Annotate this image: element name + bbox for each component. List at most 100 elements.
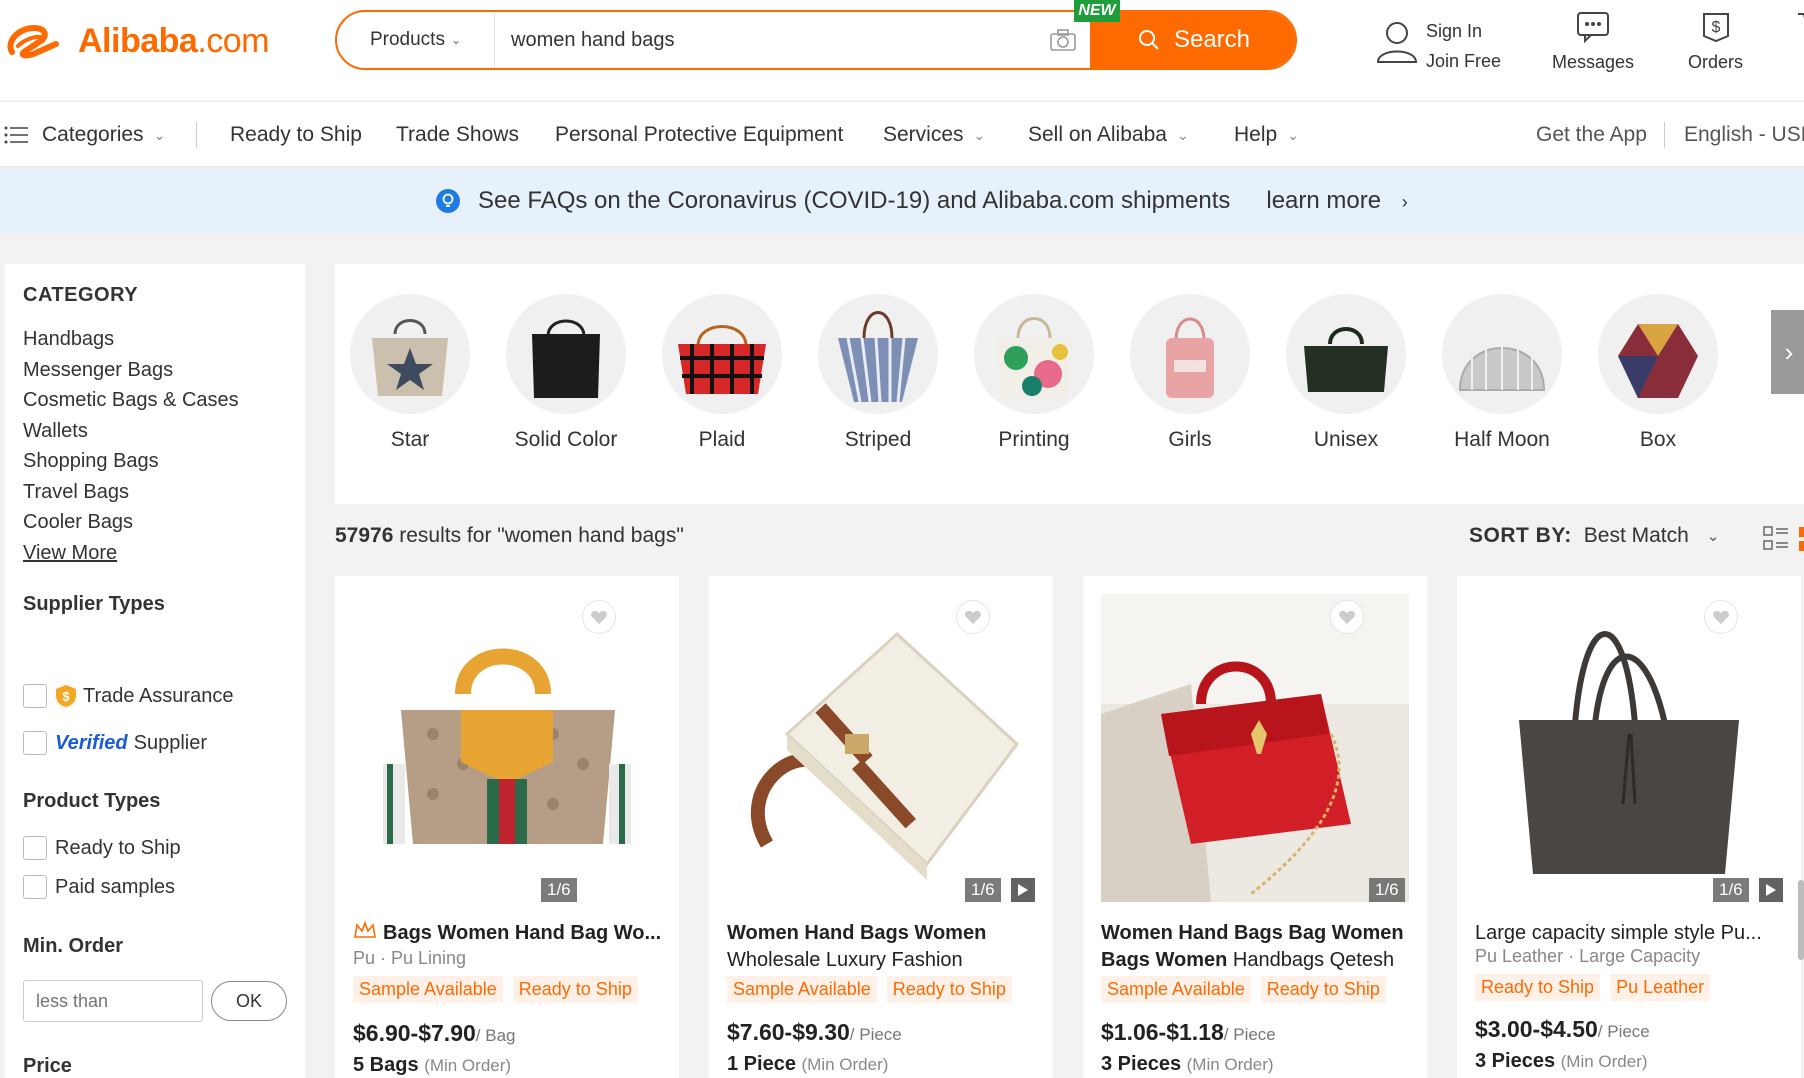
- ready-to-ship-tag: Ready to Ship: [886, 976, 1012, 1003]
- nav-services[interactable]: Services ⌄: [883, 102, 985, 168]
- paid-samples-checkbox-row[interactable]: Paid samples: [23, 875, 175, 899]
- page-scrollbar[interactable]: [1798, 880, 1804, 960]
- product-photo-tote-bag: [1475, 594, 1783, 902]
- carousel-item-plaid[interactable]: Plaid: [647, 294, 797, 452]
- trade-assurance-checkbox[interactable]: [23, 684, 47, 708]
- search-type-label: Products: [369, 29, 445, 50]
- price-range: $3.00-$4.50: [1475, 1016, 1598, 1042]
- verified-supplier-checkbox-row[interactable]: Verified Supplier: [23, 731, 207, 755]
- nav-divider: [196, 122, 197, 148]
- ready-to-ship-checkbox[interactable]: [23, 836, 47, 860]
- top-header: Alibaba.com Products ⌄ Search NEW Sign I…: [0, 0, 1804, 100]
- carousel-item-solid-color[interactable]: Solid Color: [491, 294, 641, 452]
- nav-help[interactable]: Help ⌄: [1234, 102, 1299, 168]
- chevron-down-icon: ⌄: [973, 126, 986, 143]
- carousel-item-half-moon[interactable]: Half Moon: [1427, 294, 1577, 452]
- chevron-right-icon: ›: [1401, 192, 1408, 212]
- moq-value: 3 Pieces: [1475, 1050, 1556, 1072]
- product-title-bold: Bags Women Hand Bag Wo...: [383, 922, 662, 944]
- product-types-heading: Product Types: [23, 790, 161, 812]
- carousel-item-printing[interactable]: Printing: [959, 294, 1109, 452]
- paid-samples-checkbox[interactable]: [23, 875, 47, 899]
- price-unit: / Piece: [1597, 1022, 1650, 1041]
- learn-more-link[interactable]: learn more ›: [1266, 187, 1407, 215]
- join-free-link[interactable]: Join Free: [1426, 46, 1501, 76]
- product-title[interactable]: Women Hand Bags Women Wholesale Luxury F…: [727, 920, 1037, 974]
- nav-services-label: Services: [883, 123, 964, 146]
- verified-supplier-checkbox[interactable]: [23, 731, 47, 755]
- carousel-item-box[interactable]: Box: [1583, 294, 1733, 452]
- play-video-icon[interactable]: [1759, 878, 1783, 902]
- product-title[interactable]: Women Hand Bags Bag Women Bags Women Han…: [1101, 920, 1411, 974]
- product-title-rest: Wholesale Luxury Fashion: [727, 949, 963, 971]
- grid-view-icon[interactable]: [1799, 526, 1804, 552]
- sample-available-tag: Sample Available: [727, 976, 877, 1003]
- alibaba-logo[interactable]: Alibaba.com: [4, 18, 269, 64]
- product-price: $3.00-$4.50/ Piece: [1475, 1016, 1650, 1043]
- learn-more-label: learn more: [1266, 187, 1382, 214]
- carousel-item-striped[interactable]: Striped: [803, 294, 953, 452]
- product-card[interactable]: 1/6 Bags Women Hand Bag Wo... Pu · Pu Li…: [335, 576, 679, 1078]
- paid-samples-label: Paid samples: [55, 875, 176, 898]
- product-photo-red-bag: [1101, 594, 1409, 902]
- verified-logo: Verified: [55, 731, 128, 754]
- product-image[interactable]: [1101, 594, 1409, 902]
- product-card[interactable]: 1/6 Women Hand Bags Bag Women Bags Women…: [1083, 576, 1427, 1078]
- price-range: $7.60-$9.30: [727, 1019, 850, 1045]
- categories-menu[interactable]: Categories ⌄: [4, 102, 165, 168]
- get-the-app-link[interactable]: Get the App: [1536, 102, 1647, 168]
- trade-assurance-checkbox-row[interactable]: $ Trade Assurance: [23, 684, 233, 708]
- min-order-ok-button[interactable]: OK: [211, 981, 287, 1021]
- product-image[interactable]: [353, 594, 661, 902]
- moq-note: (Min Order): [1186, 1055, 1274, 1074]
- product-tags: Sample Available Ready to Ship: [353, 976, 648, 1003]
- ready-to-ship-checkbox-row[interactable]: Ready to Ship: [23, 836, 181, 860]
- product-photo-cream-bag: [727, 594, 1035, 902]
- product-title[interactable]: Bags Women Hand Bag Wo...: [353, 920, 663, 947]
- language-currency-selector[interactable]: English - USD: [1684, 102, 1804, 168]
- cart-link[interactable]: C: [1796, 8, 1804, 73]
- search-button[interactable]: Search: [1090, 12, 1295, 68]
- carousel-next-button[interactable]: ›: [1771, 310, 1804, 394]
- carousel-label: Box: [1639, 428, 1677, 451]
- product-image[interactable]: [1475, 594, 1783, 902]
- product-card[interactable]: 1/6 Large capacity simple style Pu... Pu…: [1457, 576, 1801, 1078]
- search-input[interactable]: [511, 22, 1011, 58]
- messages-link[interactable]: Messages: [1552, 8, 1634, 73]
- chevron-right-icon: ›: [1784, 336, 1794, 367]
- price-range: $6.90-$7.90: [353, 1020, 476, 1046]
- product-image[interactable]: [727, 594, 1035, 902]
- carousel-item-unisex[interactable]: Unisex: [1271, 294, 1421, 452]
- nav-sell-on-alibaba[interactable]: Sell on Alibaba ⌄: [1028, 102, 1189, 168]
- search-icon: [1138, 30, 1159, 50]
- carousel-label: Girls: [1168, 428, 1212, 451]
- nav-trade-shows[interactable]: Trade Shows: [396, 102, 519, 168]
- orders-link[interactable]: $ Orders: [1688, 8, 1743, 73]
- nav-ppe[interactable]: Personal Protective Equipment: [555, 102, 843, 168]
- sort-label: SORT BY:: [1469, 524, 1572, 547]
- favorite-heart-icon[interactable]: [1704, 600, 1738, 634]
- image-counter: 1/6: [541, 878, 577, 902]
- carousel-item-star[interactable]: Star: [335, 294, 485, 452]
- alibaba-logo-icon: [7, 24, 59, 59]
- search-type-dropdown[interactable]: Products ⌄: [337, 12, 495, 68]
- min-order-input[interactable]: [23, 980, 203, 1022]
- favorite-heart-icon[interactable]: [956, 600, 990, 634]
- chevron-down-icon: ⌄: [450, 33, 462, 47]
- list-view-icon[interactable]: [1763, 526, 1789, 552]
- sort-dropdown[interactable]: SORT BY: Best Match ⌄: [1469, 524, 1719, 548]
- results-query: results for "women hand bags": [393, 524, 684, 547]
- moq-note: (Min Order): [801, 1055, 889, 1074]
- camera-icon[interactable]: [1049, 28, 1077, 52]
- sign-in-link[interactable]: Sign In: [1426, 16, 1501, 46]
- product-card[interactable]: 1/6 Women Hand Bags Women Wholesale Luxu…: [709, 576, 1053, 1078]
- favorite-heart-icon[interactable]: [1330, 600, 1364, 634]
- product-title[interactable]: Large capacity simple style Pu...: [1475, 920, 1785, 947]
- categories-label: Categories: [42, 123, 144, 146]
- favorite-heart-icon[interactable]: [582, 600, 616, 634]
- carousel-item-girls[interactable]: Girls: [1115, 294, 1265, 452]
- material-tag: Pu Leather: [1610, 974, 1711, 1001]
- nav-ready-to-ship[interactable]: Ready to Ship: [230, 102, 362, 168]
- play-video-icon[interactable]: [1011, 878, 1035, 902]
- results-count: 57976 results for "women hand bags": [335, 524, 684, 548]
